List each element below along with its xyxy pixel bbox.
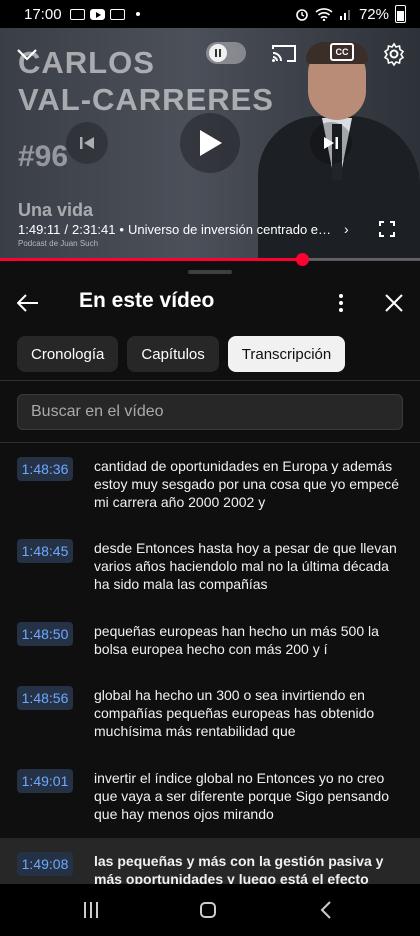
drag-handle[interactable] [188,270,232,274]
skip-previous-icon [80,137,94,149]
tab-chips: Cronología Capítulos Transcripción [17,336,346,372]
transcript-timestamp[interactable]: 1:49:01 [17,769,73,793]
autoplay-toggle[interactable] [206,42,246,64]
tab-capitulos[interactable]: Capítulos [127,336,219,372]
transcript-row[interactable]: 1:48:36 cantidad de oportunidades en Eur… [0,446,420,526]
system-nav-bar [0,884,420,936]
transcript-timestamp[interactable]: 1:48:36 [17,457,73,481]
transcript-text: global ha hecho un 300 o sea invirtiendo… [94,687,375,739]
system-back-button[interactable] [314,898,338,922]
transcript-text: invertir el índice global no Entonces yo… [94,770,389,822]
signal-icon [339,10,350,20]
fullscreen-icon [379,221,395,237]
progress-bar[interactable] [0,253,420,266]
alarm-icon [296,9,308,21]
thumbnail-podcast: Podcast de Juan Such [18,239,99,248]
thumbnail-subtitle: Una vida [18,200,94,220]
captions-icon: CC [330,43,354,61]
recent-apps-button[interactable] [79,898,103,922]
pause-icon [209,44,227,62]
progress-scrubber[interactable] [296,253,310,266]
gallery-notification-icon [69,8,85,20]
calendar-notification-icon [109,8,125,20]
current-time: 1:49:11 [18,221,61,237]
transcript-timestamp[interactable]: 1:48:56 [17,686,73,710]
more-vertical-icon [339,294,343,298]
close-button[interactable] [380,289,408,317]
home-button[interactable] [196,898,220,922]
progress-fill [0,258,303,261]
gear-icon [383,42,405,66]
play-button[interactable] [180,113,240,173]
divider [0,442,420,443]
fullscreen-button[interactable] [378,220,396,238]
search-input[interactable]: Buscar en el vídeo [17,394,403,430]
video-player[interactable]: CARLOS VAL-CARRERES #96 Una vida Podcast… [0,28,420,260]
transcript-text: cantidad de oportunidades en Europa y ad… [94,458,400,510]
more-notifications-icon [135,12,140,16]
panel-title: En este vídeo [79,289,215,312]
transcript-timestamp[interactable]: 1:48:50 [17,622,73,646]
thumbnail-title-line2: VAL-CARRERES [18,82,274,117]
panel-header: En este vídeo [0,280,420,326]
skip-next-icon [324,137,338,149]
transcript-row[interactable]: 1:49:01 invertir el índice global no Ent… [0,758,420,838]
thumbnail-episode: #96 [18,140,69,173]
battery-percent: 72% [358,5,389,23]
chevron-left-icon [320,901,331,919]
cast-icon [272,45,296,62]
arrow-left-icon [17,294,38,312]
notification-icons [69,8,140,20]
duration: 2:31:41 [72,221,116,237]
system-icons: 72% [295,5,406,23]
transcript-list[interactable]: 1:48:36 cantidad de oportunidades en Eur… [0,446,420,884]
cast-button[interactable] [270,40,298,66]
chapter-bullet: • [119,221,124,237]
transcript-row-current[interactable]: 1:49:08 las pequeñas y más con la gestió… [0,838,420,884]
status-bar: 17:00 72% [0,0,420,28]
play-icon [200,130,222,156]
more-options-button[interactable] [328,288,354,318]
time-display: 1:49:11 / 2:31:41 • Universo de inversió… [18,221,358,237]
next-button[interactable] [310,122,352,164]
transcript-timestamp[interactable]: 1:49:08 [17,852,73,876]
chapter-title[interactable]: Universo de inversión centrado en… [128,222,338,237]
recent-apps-icon [84,902,86,918]
collapse-player-button[interactable] [14,42,40,68]
back-button[interactable] [14,289,42,317]
divider [0,380,420,381]
tab-transcripcion[interactable]: Transcripción [227,336,346,372]
previous-button[interactable] [66,122,108,164]
chevron-down-icon [17,49,37,61]
transcript-text: pequeñas europeas han hecho un más 500 l… [94,623,379,657]
transcript-row[interactable]: 1:48:56 global ha hecho un 300 o sea inv… [0,675,420,755]
transcript-row[interactable]: 1:48:45 desde Entonces hasta hoy a pesar… [0,528,420,608]
chevron-right-icon[interactable]: › [344,221,349,237]
home-icon [200,902,216,918]
settings-button[interactable] [380,40,408,68]
transcript-row[interactable]: 1:48:50 pequeñas europeas han hecho un m… [0,611,420,673]
battery-icon [395,5,406,23]
close-icon [385,294,403,312]
status-time: 17:00 [24,5,62,23]
captions-button[interactable]: CC [328,40,356,64]
transcript-timestamp[interactable]: 1:48:45 [17,539,73,563]
tab-cronologia[interactable]: Cronología [17,336,119,372]
transcript-text: las pequeñas y más con la gestión pasiva… [94,853,384,884]
youtube-notification-icon [89,8,105,20]
transcript-text: desde Entonces hasta hoy a pesar de que … [94,540,397,592]
time-separator: / [64,221,69,237]
wifi-icon [315,8,333,21]
